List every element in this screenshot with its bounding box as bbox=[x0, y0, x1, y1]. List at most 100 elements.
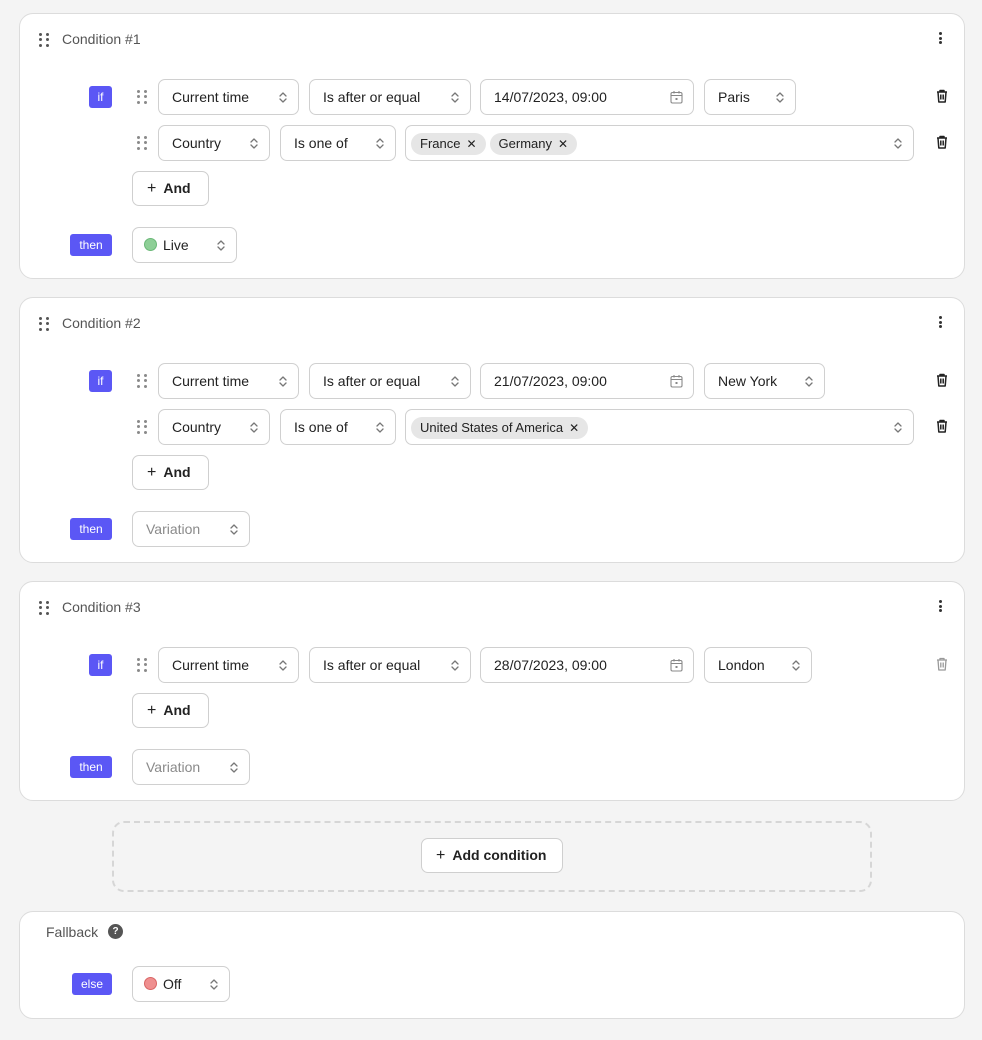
field-select-value: Current time bbox=[172, 657, 250, 673]
condition-card-1: Condition #1 if Current time Is after or… bbox=[19, 13, 965, 279]
remove-chip-icon[interactable]: ✕ bbox=[466, 137, 476, 151]
add-and-label: And bbox=[163, 702, 191, 718]
datetime-input[interactable]: 28/07/2023, 09:00 bbox=[480, 647, 694, 683]
field-select-value: Country bbox=[172, 135, 222, 151]
chip-label: Germany bbox=[498, 136, 552, 152]
chevron-updown-icon bbox=[451, 375, 459, 388]
chip-label: France bbox=[420, 136, 461, 152]
timezone-value: New York bbox=[718, 373, 778, 389]
add-and-button[interactable]: + And bbox=[132, 171, 209, 206]
datetime-input[interactable]: 21/07/2023, 09:00 bbox=[480, 363, 694, 399]
remove-chip-icon[interactable]: ✕ bbox=[558, 137, 568, 151]
timezone-select[interactable]: London bbox=[704, 647, 812, 683]
plus-icon: + bbox=[147, 180, 157, 197]
variation-placeholder: Variation bbox=[146, 759, 201, 775]
chevron-updown-icon bbox=[230, 523, 238, 536]
add-condition-button[interactable]: + Add condition bbox=[421, 838, 563, 873]
plus-icon: + bbox=[147, 464, 157, 481]
chevron-updown-icon bbox=[805, 375, 813, 388]
chevron-updown-icon bbox=[250, 137, 258, 150]
fallback-variation-select[interactable]: Off bbox=[132, 966, 230, 1002]
condition-title: Condition #1 bbox=[62, 31, 141, 47]
chip-label: United States of America bbox=[420, 420, 564, 436]
variation-select[interactable]: Live bbox=[132, 227, 237, 263]
calendar-icon[interactable] bbox=[670, 374, 683, 388]
field-select[interactable]: Current time bbox=[158, 647, 299, 683]
operator-select[interactable]: Is after or equal bbox=[309, 647, 471, 683]
operator-select[interactable]: Is after or equal bbox=[309, 363, 471, 399]
trash-icon[interactable] bbox=[936, 373, 948, 387]
add-and-label: And bbox=[163, 180, 191, 196]
else-badge: else bbox=[72, 973, 112, 995]
more-options-icon[interactable] bbox=[938, 32, 942, 44]
chevron-updown-icon bbox=[376, 421, 384, 434]
rule-drag-handle-icon[interactable] bbox=[137, 374, 147, 388]
trash-icon[interactable] bbox=[936, 657, 948, 671]
trash-icon[interactable] bbox=[936, 419, 948, 433]
condition-card-2: Condition #2 if Current time Is after or… bbox=[19, 297, 965, 563]
country-multiselect[interactable]: United States of America ✕ bbox=[405, 409, 914, 445]
field-select-value: Current time bbox=[172, 373, 250, 389]
field-select-value: Country bbox=[172, 419, 222, 435]
variation-placeholder: Variation bbox=[146, 521, 201, 537]
field-select[interactable]: Country bbox=[158, 409, 270, 445]
calendar-icon[interactable] bbox=[670, 90, 683, 104]
add-and-button[interactable]: + And bbox=[132, 693, 209, 728]
chevron-updown-icon bbox=[792, 659, 800, 672]
datetime-input[interactable]: 14/07/2023, 09:00 bbox=[480, 79, 694, 115]
chevron-updown-icon bbox=[279, 375, 287, 388]
more-options-icon[interactable] bbox=[938, 600, 942, 612]
timezone-select[interactable]: New York bbox=[704, 363, 825, 399]
remove-chip-icon[interactable]: ✕ bbox=[569, 421, 579, 435]
plus-icon: + bbox=[147, 702, 157, 719]
chevron-updown-icon bbox=[230, 761, 238, 774]
country-chip: United States of America ✕ bbox=[411, 417, 589, 440]
trash-icon[interactable] bbox=[936, 135, 948, 149]
operator-select-value: Is after or equal bbox=[323, 657, 421, 673]
country-multiselect[interactable]: France ✕ Germany ✕ bbox=[405, 125, 914, 161]
country-chip: France ✕ bbox=[411, 133, 486, 156]
datetime-value: 28/07/2023, 09:00 bbox=[494, 657, 607, 673]
country-chip: Germany ✕ bbox=[489, 133, 578, 156]
add-and-button[interactable]: + And bbox=[132, 455, 209, 490]
operator-select[interactable]: Is after or equal bbox=[309, 79, 471, 115]
operator-select[interactable]: Is one of bbox=[280, 409, 396, 445]
add-condition-label: Add condition bbox=[452, 847, 547, 863]
chevron-updown-icon bbox=[376, 137, 384, 150]
field-select[interactable]: Country bbox=[158, 125, 270, 161]
drag-handle-icon[interactable] bbox=[39, 601, 49, 615]
chevron-updown-icon bbox=[279, 659, 287, 672]
variation-select[interactable]: Variation bbox=[132, 749, 250, 785]
if-badge: if bbox=[89, 86, 112, 108]
field-select[interactable]: Current time bbox=[158, 363, 299, 399]
variation-select[interactable]: Variation bbox=[132, 511, 250, 547]
timezone-select[interactable]: Paris bbox=[704, 79, 796, 115]
chevron-updown-icon bbox=[279, 91, 287, 104]
operator-select-value: Is after or equal bbox=[323, 373, 421, 389]
operator-select-value: Is one of bbox=[294, 419, 348, 435]
if-badge: if bbox=[89, 370, 112, 392]
rule-drag-handle-icon[interactable] bbox=[137, 658, 147, 672]
more-options-icon[interactable] bbox=[938, 316, 942, 328]
calendar-icon[interactable] bbox=[670, 658, 683, 672]
chevron-updown-icon bbox=[451, 91, 459, 104]
timezone-value: London bbox=[718, 657, 765, 673]
trash-icon[interactable] bbox=[936, 89, 948, 103]
then-badge: then bbox=[70, 756, 112, 778]
datetime-value: 21/07/2023, 09:00 bbox=[494, 373, 607, 389]
fallback-value: Off bbox=[163, 976, 182, 992]
status-dot-icon bbox=[144, 977, 157, 991]
rule-drag-handle-icon[interactable] bbox=[137, 136, 147, 150]
operator-select-value: Is one of bbox=[294, 135, 348, 151]
rule-drag-handle-icon[interactable] bbox=[137, 90, 147, 104]
chevron-updown-icon bbox=[894, 137, 902, 150]
fallback-title: Fallback bbox=[46, 924, 99, 940]
drag-handle-icon[interactable] bbox=[39, 317, 49, 331]
operator-select[interactable]: Is one of bbox=[280, 125, 396, 161]
rule-drag-handle-icon[interactable] bbox=[137, 420, 147, 434]
field-select[interactable]: Current time bbox=[158, 79, 299, 115]
drag-handle-icon[interactable] bbox=[39, 33, 49, 47]
then-badge: then bbox=[70, 518, 112, 540]
condition-title: Condition #3 bbox=[62, 599, 141, 615]
help-icon[interactable]: ? bbox=[108, 924, 123, 939]
